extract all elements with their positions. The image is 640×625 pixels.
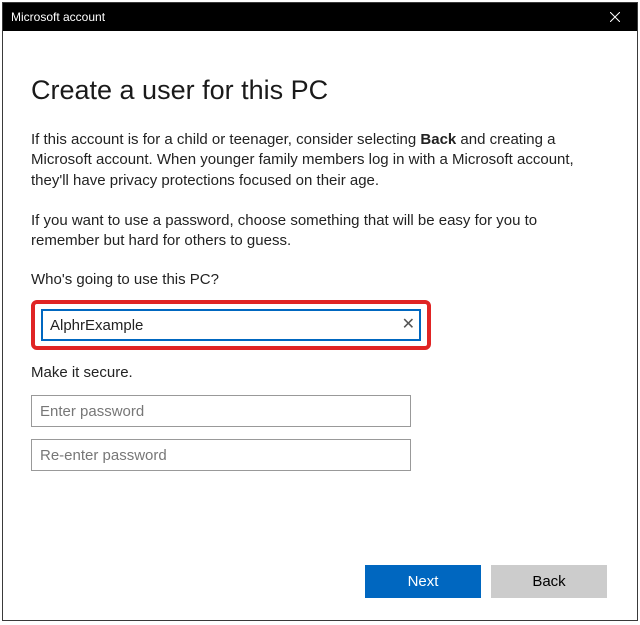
intro-paragraph-2: If you want to use a password, choose so…	[31, 211, 609, 252]
highlight-annotation: ✕	[31, 300, 431, 350]
intro-paragraph-1: If this account is for a child or teenag…	[31, 130, 609, 191]
titlebar: Microsoft account	[3, 3, 637, 31]
next-button[interactable]: Next	[365, 565, 481, 598]
username-label: Who's going to use this PC?	[31, 271, 609, 288]
password-section-label: Make it secure.	[31, 364, 609, 381]
password-input[interactable]	[31, 395, 411, 427]
dialog-window: Microsoft account Create a user for this…	[2, 2, 638, 621]
back-button[interactable]: Back	[491, 565, 607, 598]
window-title: Microsoft account	[11, 10, 105, 24]
confirm-password-input[interactable]	[31, 439, 411, 471]
button-row: Next Back	[365, 565, 607, 598]
clear-input-icon[interactable]: ✕	[402, 317, 415, 333]
dialog-content: Create a user for this PC If this accoun…	[3, 31, 637, 620]
page-heading: Create a user for this PC	[31, 75, 609, 106]
intro-1-bold: Back	[420, 131, 456, 148]
username-input[interactable]	[41, 309, 421, 341]
username-field-row: ✕	[41, 309, 421, 341]
close-icon	[610, 12, 620, 22]
intro-1-pre: If this account is for a child or teenag…	[31, 131, 420, 148]
close-button[interactable]	[592, 3, 637, 31]
